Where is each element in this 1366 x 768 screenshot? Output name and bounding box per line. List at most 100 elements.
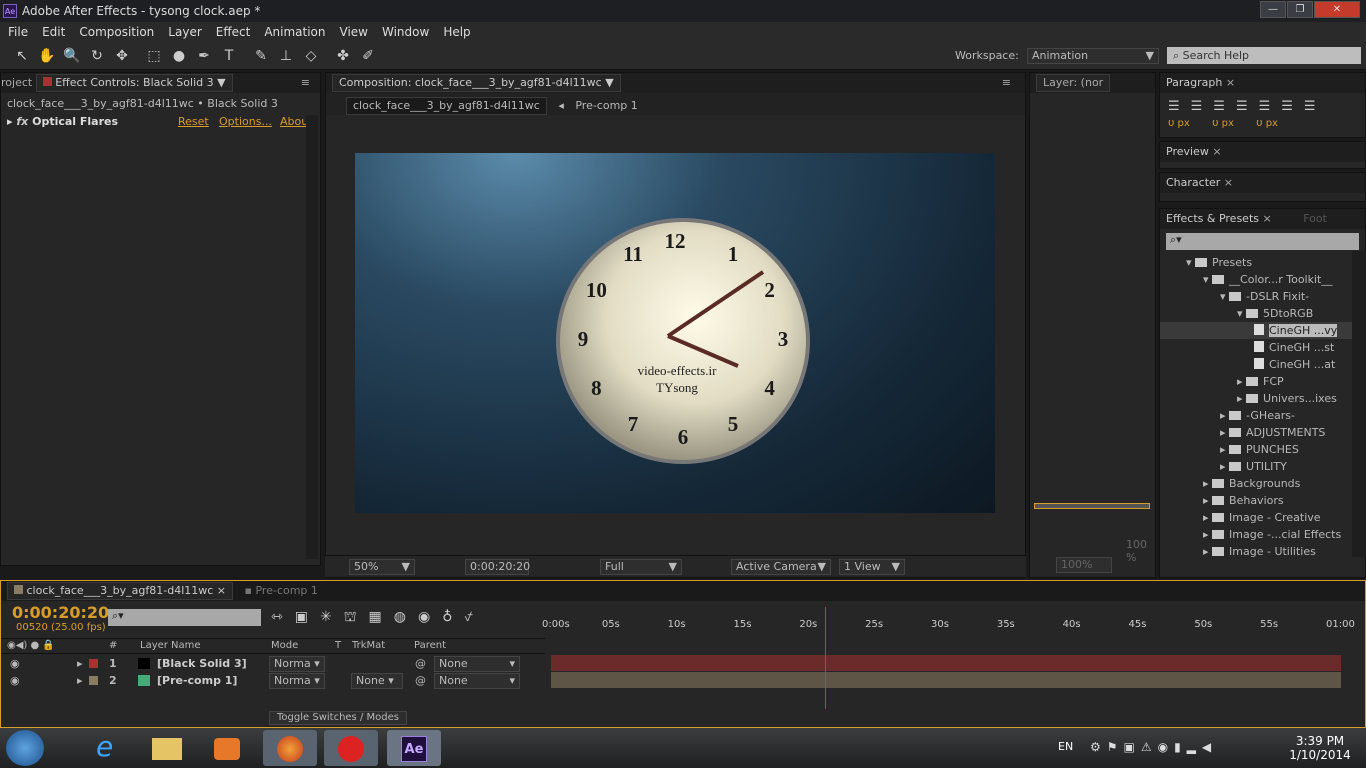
preset-item[interactable]: ▾ 5DtoRGB [1160, 305, 1365, 322]
panel-menu-icon[interactable]: ≡ [301, 73, 310, 93]
timeline-switches[interactable]: ⇿▣✳⛫▦◍◉♁⍻ [271, 609, 485, 627]
expand-arrow-icon[interactable]: ▸ [1220, 426, 1229, 439]
expand-arrow-icon[interactable]: ▸ [77, 655, 83, 672]
current-time-display[interactable]: 0:00:20:20 [465, 559, 530, 575]
tab-effects-presets[interactable]: Effects & Presets [1166, 212, 1259, 225]
menu-help[interactable]: Help [443, 22, 470, 42]
clock[interactable]: 3:39 PM 1/10/2014 [1285, 734, 1355, 762]
pen-tool-icon[interactable]: ✒ [194, 46, 214, 66]
minimize-button[interactable]: — [1260, 1, 1286, 18]
parent-select[interactable]: None ▾ [434, 673, 520, 689]
taskbar-media-player-icon[interactable] [200, 730, 254, 766]
indent-right[interactable]: 0 px [1256, 120, 1278, 128]
camera-select[interactable]: Active Camera ▼ [731, 559, 831, 575]
tray-icons[interactable]: ⚙⚑▣⚠◉▮▂◀ [1090, 740, 1217, 754]
menu-composition[interactable]: Composition [79, 22, 154, 42]
preset-item[interactable]: ▸ FCP [1160, 373, 1365, 390]
workspace-select[interactable]: Animation ▼ [1027, 48, 1159, 64]
layer-zoom[interactable]: 100% [1056, 557, 1112, 573]
hand-tool-icon[interactable]: ✋ [37, 46, 57, 66]
start-button[interactable] [6, 730, 44, 766]
menu-window[interactable]: Window [382, 22, 429, 42]
preset-item[interactable]: CineGH ...vy [1160, 322, 1365, 339]
selection-tool-icon[interactable]: ↖ [12, 46, 32, 66]
close-button[interactable]: ✕ [1314, 1, 1360, 18]
expand-arrow-icon[interactable]: ▾ [1237, 307, 1246, 320]
expand-arrow-icon[interactable]: ▸ [1237, 375, 1246, 388]
expand-arrow-icon[interactable]: ▸ [1203, 545, 1212, 558]
layer-duration-bar[interactable] [551, 672, 1341, 688]
taskbar-explorer-icon[interactable] [140, 730, 194, 766]
preset-item[interactable]: ▸ ADJUSTMENTS [1160, 424, 1365, 441]
preset-item[interactable]: ▾ __Color...r Toolkit__ [1160, 271, 1365, 288]
menu-edit[interactable]: Edit [42, 22, 65, 42]
tab-project[interactable]: roject [1, 76, 32, 89]
preset-item[interactable]: CineGH ...st [1160, 339, 1365, 356]
visibility-eye-icon[interactable]: ◉ [10, 655, 20, 672]
expand-arrow-icon[interactable]: ▸ [1203, 528, 1212, 541]
expand-arrow-icon[interactable]: ▸ [1237, 392, 1246, 405]
mask-tool-icon[interactable]: ● [169, 46, 189, 66]
view-layout-select[interactable]: 1 View ▼ [839, 559, 905, 575]
time-ruler[interactable]: 0:00s 05s 10s 15s 20s 25s 30s 35s 40s 45s 50s 55s 01… [542, 603, 1355, 638]
pick-whip-icon[interactable]: @ [415, 655, 426, 672]
toggle-switches-modes-button[interactable]: Toggle Switches / Modes [269, 711, 407, 725]
options-link[interactable]: Options... [219, 114, 272, 130]
layer-time-bar[interactable] [1034, 503, 1150, 509]
preset-item[interactable]: CineGH ...at [1160, 356, 1365, 373]
preset-item[interactable]: ▸ Image - Creative [1160, 509, 1365, 526]
camera-tool-icon[interactable]: ✥ [112, 46, 132, 66]
effect-row-optical-flares[interactable]: ▸ fx Optical Flares Reset Options... Abo… [1, 114, 320, 132]
layer-name[interactable]: [Pre-comp 1] [157, 672, 237, 689]
align-buttons[interactable]: ☰☰☰☰☰☰☰ [1160, 93, 1365, 120]
expand-arrow-icon[interactable]: ▸ [1220, 409, 1229, 422]
pick-whip-icon[interactable]: @ [415, 672, 426, 689]
indent-left[interactable]: 0 px [1168, 120, 1190, 128]
taskbar-app-icon[interactable] [324, 730, 378, 766]
breadcrumb-comp[interactable]: clock_face___3_by_agf81-d4l11wc [346, 97, 547, 115]
menu-layer[interactable]: Layer [168, 22, 201, 42]
preset-item[interactable]: ▸ Image -...cial Effects [1160, 526, 1365, 543]
label-color-swatch[interactable] [89, 659, 98, 668]
preset-item[interactable]: ▾ -DSLR Fixit- [1160, 288, 1365, 305]
tab-composition[interactable]: Composition: clock_face___3_by_agf81-d4l… [332, 74, 621, 92]
eraser-tool-icon[interactable]: ◇ [301, 46, 321, 66]
tab-layer[interactable]: Layer: (nor [1036, 74, 1111, 92]
panel-menu-icon[interactable]: ≡ [1002, 73, 1011, 93]
expand-arrow-icon[interactable]: ▸ [1203, 511, 1212, 524]
preset-item[interactable]: ▾ Presets [1160, 254, 1365, 271]
maximize-button[interactable]: ❐ [1287, 1, 1313, 18]
clone-tool-icon[interactable]: ⊥ [276, 46, 296, 66]
mode-select[interactable]: Norma ▾ [269, 673, 325, 689]
menu-view[interactable]: View [340, 22, 368, 42]
preset-item[interactable]: ▸ Image - Utilities [1160, 543, 1365, 560]
language-indicator[interactable]: EN [1058, 740, 1073, 753]
scrollbar[interactable] [306, 115, 318, 559]
pin-tool-icon[interactable]: ✐ [358, 46, 378, 66]
preset-item[interactable]: ▸ -GHears- [1160, 407, 1365, 424]
layer-row[interactable]: ◉ ▸ 2 [Pre-comp 1] Norma ▾ None ▾ @ None ▾ [1, 672, 545, 689]
preset-item[interactable]: ▸ Univers...ixes [1160, 390, 1365, 407]
effects-search-input[interactable]: ⌕▾ [1166, 233, 1359, 250]
taskbar-ie-icon[interactable]: e [82, 730, 136, 766]
expand-arrow-icon[interactable]: ▸ [1220, 460, 1229, 473]
tab-footage[interactable]: Foot [1303, 212, 1327, 225]
breadcrumb-precomp[interactable]: Pre-comp 1 [575, 99, 637, 112]
type-tool-icon[interactable]: T [219, 46, 239, 66]
about-link[interactable]: Abou [280, 114, 308, 130]
magnification-select[interactable]: 50% ▼ [349, 559, 415, 575]
expand-arrow-icon[interactable]: ▸ [1203, 494, 1212, 507]
composition-viewer[interactable]: 12 1 2 3 4 5 6 7 8 9 10 11 video-effects.ir TYsong [355, 153, 995, 513]
tab-effect-controls[interactable]: Effect Controls: Black Solid 3 ▼ [35, 74, 233, 92]
visibility-eye-icon[interactable]: ◉ [10, 672, 20, 689]
current-time-indicator[interactable] [824, 607, 826, 709]
expand-arrow-icon[interactable]: ▾ [1186, 256, 1195, 269]
preset-item[interactable]: ▸ Backgrounds [1160, 475, 1365, 492]
tab-preview[interactable]: Preview [1166, 145, 1209, 158]
expand-arrow-icon[interactable]: ▸ [1220, 443, 1229, 456]
mode-select[interactable]: Norma ▾ [269, 656, 325, 672]
rotate-tool-icon[interactable]: ↻ [87, 46, 107, 66]
brush-tool-icon[interactable]: ✎ [251, 46, 271, 66]
col-layer-name[interactable]: Layer Name [140, 639, 201, 653]
tab-character[interactable]: Character [1166, 176, 1220, 189]
